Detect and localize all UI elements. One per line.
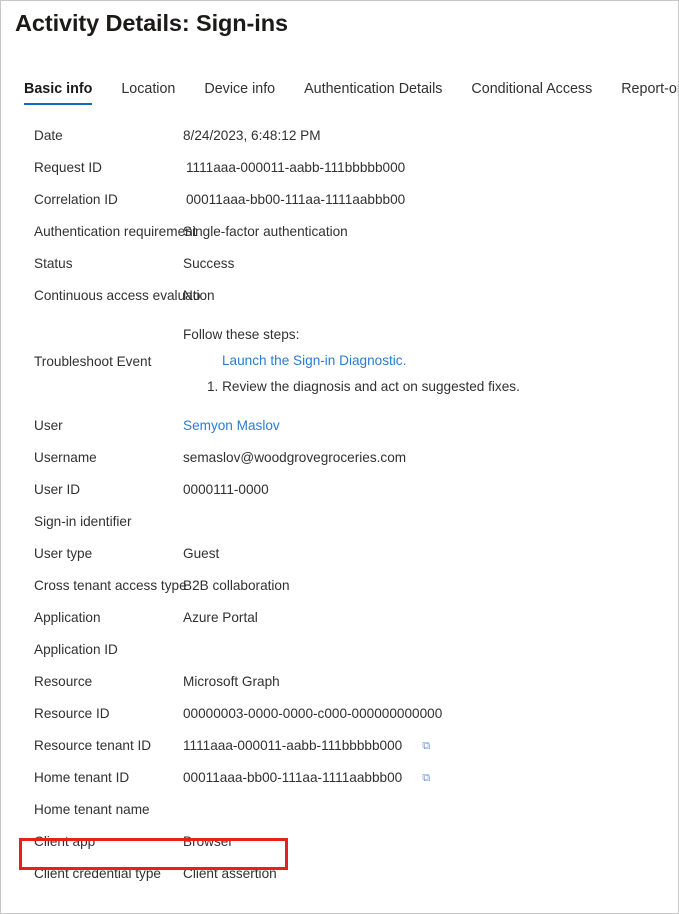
row-resource: Resource Microsoft Graph — [1, 666, 678, 698]
row-correlation-id: Correlation ID 00011aaa-bb00-111aa-1111a… — [1, 184, 678, 216]
row-user-id: User ID 0000111-0000 — [1, 474, 678, 506]
row-troubleshoot-event: Troubleshoot Event Follow these steps: L… — [1, 312, 678, 410]
row-value: Microsoft Graph — [183, 674, 280, 689]
user-link[interactable]: Semyon Maslov — [183, 418, 280, 433]
row-signin-identifier: Sign-in identifier — [1, 506, 678, 538]
row-label: Username — [34, 450, 97, 465]
row-label: User — [34, 418, 63, 433]
troubleshoot-step: 1. Review the diagnosis and act on sugge… — [207, 379, 520, 395]
row-value: Success — [183, 256, 235, 271]
row-label: Cross tenant access type — [34, 578, 187, 593]
row-value: 1111aaa-000011-aabb-111bbbbb000 ⧉ — [183, 730, 678, 762]
tab-label: Location — [121, 81, 176, 97]
row-value: semaslov@woodgrovegroceries.com — [183, 450, 407, 465]
row-value: 00000003-0000-0000-c000-000000000000 — [183, 706, 443, 721]
row-value: 00011aaa-bb00-111aa-1111aabbb00 — [186, 192, 406, 207]
row-value: Single-factor authentication — [183, 224, 348, 239]
copy-icon[interactable]: ⧉ — [422, 730, 430, 762]
tab-location[interactable]: Location — [121, 81, 175, 106]
row-value: 1111aaa-000011-aabb-111bbbbb000 — [186, 160, 406, 175]
row-label: Resource ID — [34, 706, 110, 721]
row-label: Authentication requirement — [34, 224, 197, 239]
row-value: Guest — [183, 546, 220, 561]
activity-details-panel: Activity Details: Sign-ins Basic info Lo… — [0, 0, 679, 914]
tab-label: Authentication Details — [304, 81, 443, 97]
row-label: Resource — [34, 674, 93, 689]
row-request-id: Request ID 1111aaa-000011-aabb-111bbbbb0… — [1, 152, 678, 184]
row-label: Status — [34, 256, 73, 271]
row-value: B2B collaboration — [183, 578, 290, 593]
row-date: Date 8/24/2023, 6:48:12 PM — [1, 120, 678, 152]
troubleshoot-intro: Follow these steps: — [183, 326, 300, 342]
row-label: Client app — [34, 834, 96, 849]
tab-device-info[interactable]: Device info — [204, 81, 275, 106]
tab-bar: Basic info Location Device info Authenti… — [24, 81, 678, 106]
troubleshoot-body: Follow these steps: Launch the Sign-in D… — [183, 323, 678, 399]
row-label: Troubleshoot Event — [34, 353, 152, 369]
row-label: Request ID — [34, 160, 103, 175]
tab-report-only[interactable]: Report-only — [621, 81, 678, 106]
tab-authentication-details[interactable]: Authentication Details — [304, 81, 442, 106]
row-status: Status Success — [1, 248, 678, 280]
copy-icon[interactable]: ⧉ — [422, 762, 430, 794]
row-label: Home tenant name — [34, 802, 150, 817]
row-value: Browser — [183, 834, 233, 849]
row-value: 8/24/2023, 6:48:12 PM — [183, 128, 321, 143]
tab-label: Device info — [204, 81, 276, 97]
row-label: Resource tenant ID — [34, 738, 152, 753]
launch-signin-diagnostic-link[interactable]: Launch the Sign-in Diagnostic. — [222, 353, 406, 368]
row-cross-tenant-access-type: Cross tenant access type B2B collaborati… — [1, 570, 678, 602]
row-label: User type — [34, 546, 93, 561]
row-continuous-access-evaluation: Continuous access evaluation No — [1, 280, 678, 312]
row-value: No — [183, 288, 201, 303]
row-label: Client credential type — [34, 866, 161, 881]
detail-rows: Date 8/24/2023, 6:48:12 PM Request ID 11… — [1, 120, 678, 890]
row-label: Application — [34, 610, 101, 625]
row-value: 00011aaa-bb00-111aa-1111aabbb00 ⧉ — [183, 762, 678, 794]
row-home-tenant-name: Home tenant name — [1, 794, 678, 826]
resource-tenant-id-text: 1111aaa-000011-aabb-111bbbbb000 — [183, 738, 403, 753]
tab-label: Report-only — [621, 81, 678, 97]
row-user-type: User type Guest — [1, 538, 678, 570]
row-label: User ID — [34, 482, 81, 497]
row-application-id: Application ID — [1, 634, 678, 666]
home-tenant-id-text: 00011aaa-bb00-111aa-1111aabbb00 — [183, 770, 403, 785]
row-value: 0000111-0000 — [183, 482, 269, 497]
row-label: Sign-in identifier — [34, 514, 132, 529]
row-user: User Semyon Maslov — [1, 410, 678, 442]
row-label: Continuous access evaluation — [34, 288, 215, 303]
row-value: Azure Portal — [183, 610, 258, 625]
page-title: Activity Details: Sign-ins — [15, 10, 288, 36]
row-resource-id: Resource ID 00000003-0000-0000-c000-0000… — [1, 698, 678, 730]
row-label: Application ID — [34, 642, 118, 657]
row-label: Correlation ID — [34, 192, 118, 207]
row-client-credential-type: Client credential type Client assertion — [1, 858, 678, 890]
troubleshoot-link-wrap: Launch the Sign-in Diagnostic. — [183, 347, 678, 375]
row-label: Home tenant ID — [34, 770, 130, 785]
row-resource-tenant-id: Resource tenant ID 1111aaa-000011-aabb-1… — [1, 730, 678, 762]
row-label: Date — [34, 128, 63, 143]
tab-basic-info[interactable]: Basic info — [24, 81, 93, 106]
tab-label: Conditional Access — [471, 81, 593, 97]
row-home-tenant-id: Home tenant ID 00011aaa-bb00-111aa-1111a… — [1, 762, 678, 794]
row-value: Semyon Maslov — [183, 410, 678, 442]
tab-label: Basic info — [24, 81, 93, 97]
row-client-app: Client app Browser — [1, 826, 678, 858]
row-value: Client assertion — [183, 866, 277, 881]
row-authentication-requirement: Authentication requirement Single-factor… — [1, 216, 678, 248]
row-application: Application Azure Portal — [1, 602, 678, 634]
tab-conditional-access[interactable]: Conditional Access — [471, 81, 592, 106]
row-username: Username semaslov@woodgrovegroceries.com — [1, 442, 678, 474]
